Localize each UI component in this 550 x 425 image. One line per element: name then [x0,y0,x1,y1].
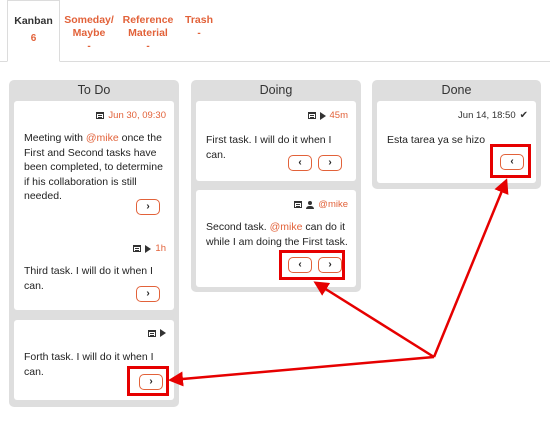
calendar-icon [133,245,142,252]
card-meta: Jun 30, 09:30 [96,110,166,121]
tab-kanban[interactable]: Kanban 6 [7,0,60,62]
card-meta: 1h [133,243,166,254]
calendar-icon [148,329,156,337]
column-title: To Do [77,83,111,97]
tab-someday-maybe[interactable]: Someday/ Maybe - [62,0,116,62]
tab-count: - [197,28,201,39]
calendar-icon [307,112,316,119]
play-icon [145,244,152,253]
check-icon: ✔ [519,110,528,121]
arrow-line [432,178,509,358]
estimate: 45m [329,110,348,121]
task-card[interactable]: 45m First task. I will do it when I can.… [196,101,356,181]
due-date: Jun 30, 09:30 [108,110,166,121]
tab-label: Kanban [14,15,53,27]
play-icon [160,329,166,337]
tab-label: Someday/ Maybe [64,14,114,39]
highlight-box [127,366,169,396]
completed-date: Jun 14, 18:50 [458,110,516,121]
highlight-box [490,144,531,178]
card-text: Second task. @mike can do it while I am … [206,220,348,249]
tab-reference-material[interactable]: Reference Material - [122,0,174,62]
card-meta: Jun 14, 18:50 ✔ [458,110,528,121]
highlight-box [279,250,345,280]
tab-count: 6 [30,33,37,44]
tab-label: Trash [184,14,213,26]
calendar-icon [294,201,303,208]
column-title: Done [441,83,472,97]
move-left-button[interactable]: ‹ [288,155,312,171]
mention-link[interactable]: @mike [270,221,303,233]
tab-count: - [146,41,150,52]
arrow-line [313,281,435,359]
tab-count: - [87,41,91,52]
column-title: Doing [259,83,293,97]
move-right-button[interactable]: › [136,199,160,215]
play-icon [319,111,326,120]
card-text-part: Second task. [206,221,270,233]
card-text-part: Meeting with [24,132,86,144]
calendar-icon [96,112,105,119]
card-meta: @mike [294,199,348,210]
card-meta [148,329,166,337]
tab-trash[interactable]: Trash - [181,0,217,62]
mention-link[interactable]: @mike [86,132,119,144]
column-todo: To Do Jun 30, 09:30 Meeting with @mike o… [9,80,179,407]
arrow-line [168,355,435,387]
tab-bar: Kanban 6 Someday/ Maybe - Reference Mate… [0,0,550,62]
move-right-button[interactable]: › [136,286,160,302]
task-card[interactable]: 1h Third task. I will do it when I can. … [14,234,174,310]
tab-label: Reference Material [122,14,174,39]
user-icon [306,200,315,209]
card-text: Meeting with @mike once the First and Se… [24,131,166,204]
estimate: 1h [155,243,166,254]
move-right-button[interactable]: › [318,155,342,171]
assignee[interactable]: @mike [318,199,348,210]
card-meta: 45m [307,110,348,121]
